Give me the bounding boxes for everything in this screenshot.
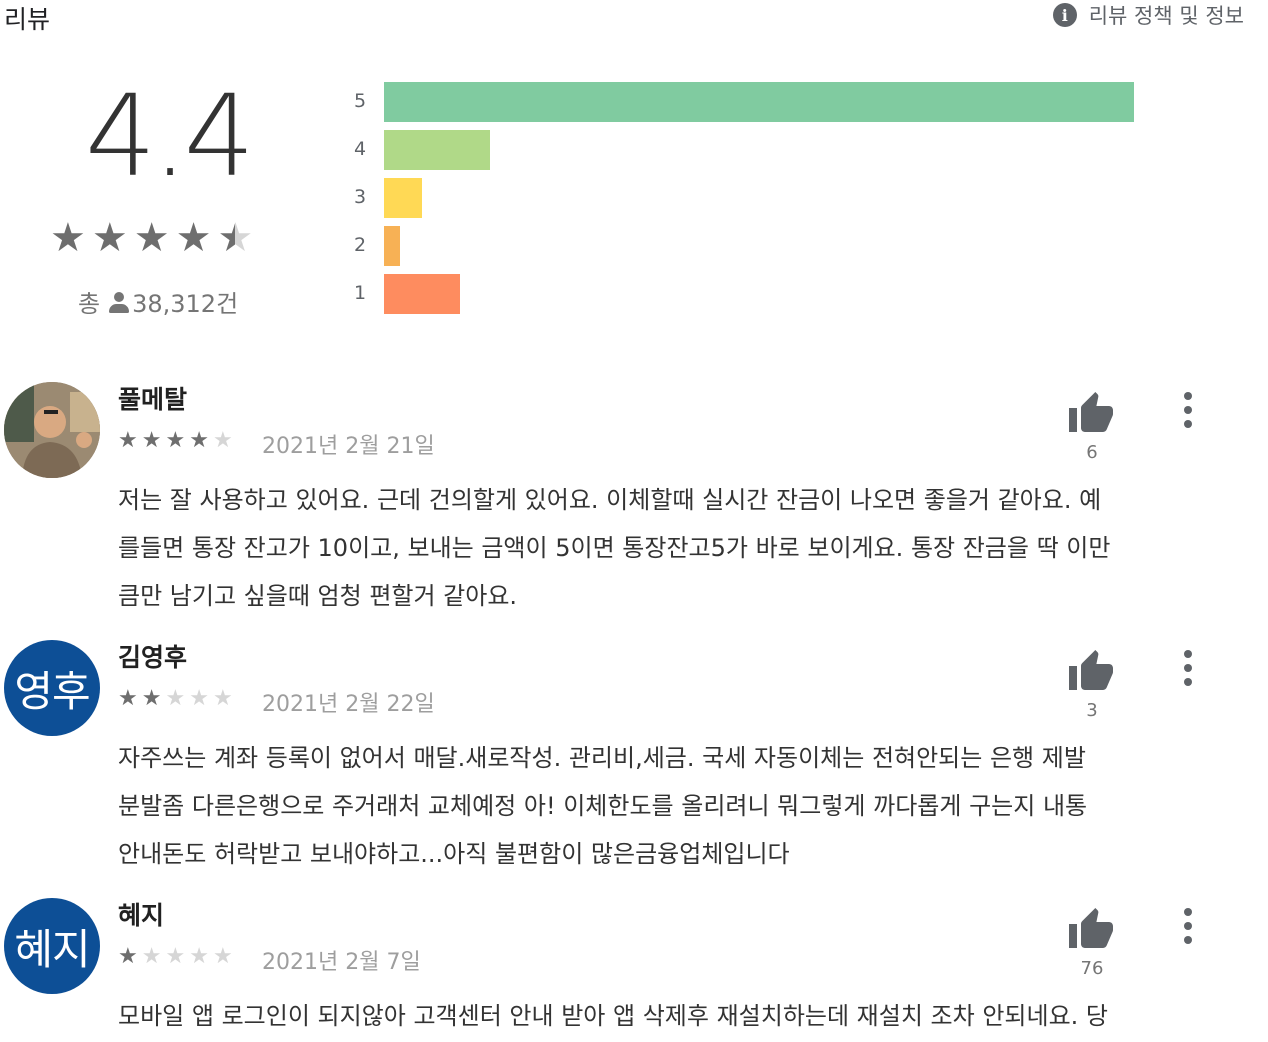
review-text-line: 큼만 남기고 싶을때 엄청 편할거 같아요. <box>118 582 518 610</box>
review-date: 2021년 2월 21일 <box>262 434 435 459</box>
thumbs-up-icon[interactable] <box>1067 390 1115 434</box>
review-date: 2021년 2월 22일 <box>262 692 435 717</box>
star-icon: ★ <box>165 944 186 969</box>
review-text-line: 자주쓰는 계좌 등록이 없어서 매달.새로작성. 관리비,세금. 국세 자동이체… <box>118 744 1086 772</box>
histogram-label: 1 <box>353 282 367 304</box>
review-star-rating: ★ ★ ★ ★ ★ <box>118 430 233 452</box>
star-icon: ★ <box>212 428 233 453</box>
histogram-label: 5 <box>353 90 367 112</box>
star-icon: ★ <box>165 686 186 711</box>
like-count: 3 <box>1086 700 1098 721</box>
review-text-line: 저는 잘 사용하고 있어요. 근데 건의할게 있어요. 이체할때 실시간 잔금이… <box>118 486 1102 514</box>
total-ratings: 총 38,312건 <box>78 284 238 319</box>
histogram-bar <box>384 130 490 170</box>
total-count: 38,312건 <box>132 290 239 318</box>
star-icon: ★ <box>118 428 138 453</box>
thumbs-up-icon[interactable] <box>1067 648 1115 692</box>
star-icon: ★ <box>212 686 233 711</box>
histogram-row: 3 <box>350 176 1140 224</box>
more-vert-icon[interactable] <box>1176 392 1200 428</box>
avatar <box>4 382 100 478</box>
histogram-bar <box>384 274 460 314</box>
review-policy-label: 리뷰 정책 및 정보 <box>1088 4 1244 28</box>
star-icon: ★ <box>175 215 212 261</box>
histogram-row: 2 <box>350 224 1140 272</box>
avatar: 영후 <box>4 640 100 736</box>
thumbs-up-icon[interactable] <box>1067 906 1115 950</box>
histogram-bar <box>384 82 1134 122</box>
star-icon: ★ <box>189 428 209 453</box>
like-count: 76 <box>1080 958 1104 979</box>
histogram-row: 1 <box>350 272 1140 320</box>
info-icon: i <box>1052 3 1077 27</box>
star-icon: ★ <box>141 944 162 969</box>
review-author: 풀메탈 <box>118 385 188 414</box>
star-icon: ★ <box>165 428 186 453</box>
person-icon <box>108 291 130 313</box>
review-text: 모바일 앱 로그인이 되지않아 고객센터 안내 받아 앱 삭제후 재설치하는데 … <box>118 992 1246 1040</box>
histogram-row: 5 <box>350 80 1140 128</box>
star-icon: ★ <box>133 215 170 261</box>
review-star-rating: ★ ★ ★ ★ ★ <box>118 946 233 968</box>
star-icon: ★ <box>141 686 162 711</box>
section-title: 리뷰 <box>4 5 51 34</box>
star-icon: ★ <box>118 686 138 711</box>
star-icon: ★ <box>141 428 162 453</box>
average-rating: 4.4 <box>84 72 255 202</box>
review-text-line: 분발좀 다른은행으로 주거래처 교체예정 아! 이체한도를 올리려니 뭐그렇게 … <box>118 792 1088 820</box>
star-icon: ★ <box>189 944 209 969</box>
histogram-label: 3 <box>353 186 367 208</box>
total-prefix: 총 <box>78 290 101 318</box>
review-text: 자주쓰는 계좌 등록이 없어서 매달.새로작성. 관리비,세금. 국세 자동이체… <box>118 734 1246 878</box>
review-text-line: 안내돈도 허락받고 보내야하고...아직 불편함이 많은금융업체입니다 <box>118 840 790 868</box>
star-icon: ★ <box>118 944 138 969</box>
histogram-label: 2 <box>353 234 367 256</box>
review-policy-link[interactable]: i 리뷰 정책 및 정보 <box>1052 0 1244 30</box>
histogram-bar <box>384 226 400 266</box>
star-icon: ★ <box>91 215 128 261</box>
review-author: 혜지 <box>118 901 165 930</box>
review-text-line: 를들면 통장 잔고가 10이고, 보내는 금액이 5이면 통장잔고5가 바로 보… <box>118 534 1111 562</box>
avatar: 혜지 <box>4 898 100 994</box>
star-icon: ★ <box>212 944 233 969</box>
summary-star-rating: ★ ★ ★ ★ ★ <box>50 218 253 258</box>
like-count: 6 <box>1086 442 1098 463</box>
review-text-line: 모바일 앱 로그인이 되지않아 고객센터 안내 받아 앱 삭제후 재설치하는데 … <box>118 1002 1109 1030</box>
rating-histogram: 5 4 3 2 1 <box>350 80 1140 320</box>
histogram-label: 4 <box>353 138 367 160</box>
review-author: 김영후 <box>118 643 188 672</box>
star-icon: ★ <box>189 686 209 711</box>
review-star-rating: ★ ★ ★ ★ ★ <box>118 688 233 710</box>
star-icon: ★ <box>217 215 254 261</box>
star-icon: ★ <box>50 215 86 261</box>
histogram-bar <box>384 178 422 218</box>
review-date: 2021년 2월 7일 <box>262 950 421 975</box>
more-vert-icon[interactable] <box>1176 650 1200 686</box>
review-text: 저는 잘 사용하고 있어요. 근데 건의할게 있어요. 이체할때 실시간 잔금이… <box>118 476 1246 620</box>
histogram-row: 4 <box>350 128 1140 176</box>
more-vert-icon[interactable] <box>1176 908 1200 944</box>
